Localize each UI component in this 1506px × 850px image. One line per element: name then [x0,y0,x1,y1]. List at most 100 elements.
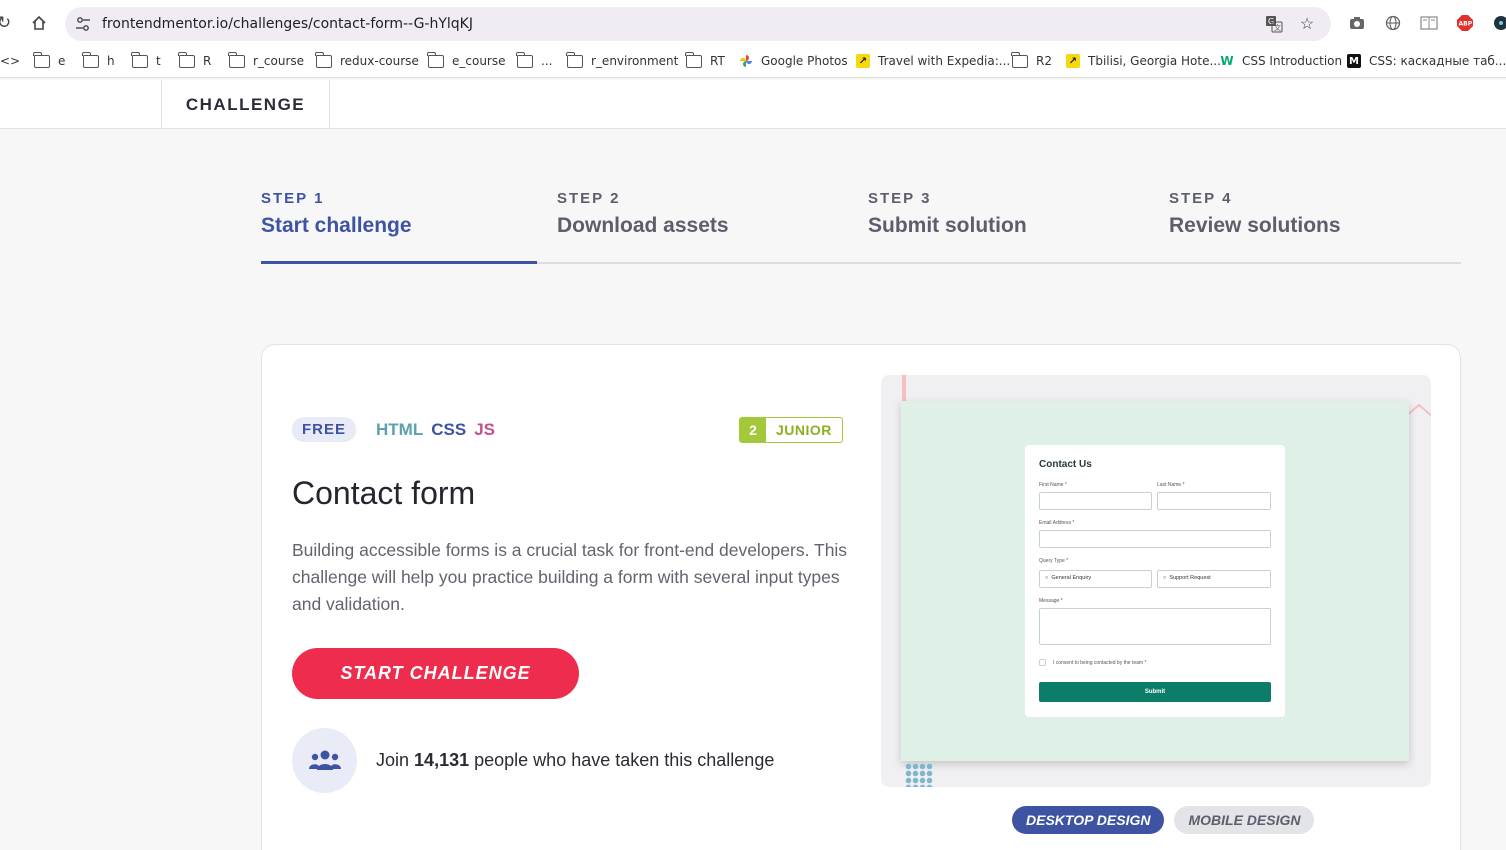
bookmark-css-cascading[interactable]: M CSS: каскадные таб... [1347,54,1506,68]
preview-label: Message * [1039,598,1063,604]
folder-icon [516,51,533,68]
preview-input [1039,530,1271,548]
design-tabs: DESKTOP DESIGN MOBILE DESIGN [1012,806,1315,834]
step-number: STEP 3 [868,190,932,207]
folder-icon [228,51,245,68]
folder-icon [427,51,444,68]
step-download-assets[interactable]: STEP 2 Download assets [557,190,729,238]
active-step-indicator [261,261,537,264]
preview-label: Query Type * [1039,558,1069,564]
adblock-icon[interactable]: ABP [1453,11,1477,35]
globe-icon[interactable] [1381,11,1405,35]
bookmark-tbilisi[interactable]: ↗ Tbilisi, Georgia Hote... [1066,54,1221,68]
people-icon [292,728,357,793]
bookmark-label: e [58,54,66,68]
folder-icon [566,51,583,68]
language-css: CSS [431,419,467,439]
bookmark-folder-e[interactable]: e [33,51,66,68]
bookmark-label: Google Photos [761,54,848,68]
step-title: Start challenge [261,214,412,237]
bookmark-label: e_course [452,54,506,68]
bookmark-folder-r[interactable]: R [178,51,211,68]
folder-icon [1011,51,1028,68]
preview-submit-button: Submit [1039,682,1271,702]
design-preview[interactable]: Contact Us First Name * Last Name * Emai… [881,375,1431,787]
step-title: Download assets [557,214,729,237]
step-number: STEP 4 [1169,190,1233,207]
mdn-icon: M [1347,54,1361,68]
preview-label: Email Address * [1039,520,1075,526]
site-settings-icon[interactable] [74,15,92,33]
bookmark-star-icon[interactable]: ☆ [1297,14,1317,34]
preview-consent: I consent to being contacted by the team… [1053,660,1147,666]
bookmark-label: CSS Introduction [1242,54,1343,68]
reload-icon[interactable]: ↻ [0,11,16,35]
folder-icon [82,51,99,68]
bookmark-folder-r2[interactable]: R2 [1011,51,1052,68]
preview-screenshot: Contact Us First Name * Last Name * Emai… [901,401,1409,761]
bookmarks-overflow-icon[interactable]: <> [0,54,20,68]
expedia-icon: ↗ [856,54,870,68]
bookmark-folder-rt[interactable]: RT [685,51,725,68]
folder-icon [685,51,702,68]
preview-input [1157,492,1271,510]
step-title: Review solutions [1169,214,1341,237]
participant-count: 14,131 [414,750,470,770]
desktop-design-tab[interactable]: DESKTOP DESIGN [1012,806,1165,834]
bookmark-label: R2 [1036,54,1052,68]
bookmark-expedia[interactable]: ↗ Travel with Expedia:... [856,54,1010,68]
difficulty-number: 2 [740,418,766,442]
extension-icon[interactable] [1489,11,1506,35]
bookmark-folder-t[interactable]: t [131,51,161,68]
difficulty-label: JUNIOR [776,422,832,438]
bookmark-label: RT [710,54,725,68]
bookmark-css-introduction[interactable]: W CSS Introduction [1220,54,1342,68]
steps-nav: STEP 1 Start challenge STEP 2 Download a… [261,190,1461,264]
mobile-design-tab[interactable]: MOBILE DESIGN [1174,806,1315,834]
join-prefix: Join [376,750,410,770]
bookmark-folder-e-course[interactable]: e_course [427,51,506,68]
step-number: STEP 2 [557,190,621,207]
bookmark-folder-redux-course[interactable]: redux-course [315,51,419,68]
bookmark-label: redux-course [340,54,419,68]
bookmark-label: r_environment [591,54,679,68]
bookmark-label: ... [541,54,553,68]
preview-radio-label: ○ Support Request [1163,575,1211,581]
google-photos-icon [740,55,752,67]
svg-text:ABP: ABP [1459,21,1473,28]
step-start-challenge[interactable]: STEP 1 Start challenge [261,190,412,238]
bookmark-folder-h[interactable]: h [82,51,115,68]
bookmark-folder-r-environment[interactable]: r_environment [566,51,679,68]
address-bar[interactable]: frontendmentor.io/challenges/contact-for… [65,7,1331,41]
camera-icon[interactable] [1345,11,1369,35]
join-suffix: people who have taken this challenge [474,750,775,770]
language-html: HTML [376,419,424,439]
folder-icon [33,51,50,68]
language-js: JS [474,419,495,439]
start-challenge-button[interactable]: START CHALLENGE [292,648,579,699]
bookmark-folder-more[interactable]: ... [516,51,553,68]
bookmark-folder-r-course[interactable]: r_course [228,51,305,68]
translate-icon[interactable]: G文 [1264,14,1284,34]
preview-form: Contact Us First Name * Last Name * Emai… [1025,445,1285,717]
bookmarks-bar: <> e h t R r_course redux-course e_cours… [0,46,1506,78]
challenge-description: Building accessible forms is a crucial t… [292,540,848,614]
bookmark-label: r_course [253,54,305,68]
preview-form-title: Contact Us [1039,459,1092,470]
step-submit-solution[interactable]: STEP 3 Submit solution [868,190,1027,238]
bookmark-label: CSS: каскадные таб... [1369,54,1506,68]
home-icon[interactable] [27,11,51,35]
reader-icon[interactable] [1417,11,1441,35]
challenge-tab[interactable]: CHALLENGE [161,80,330,129]
bookmark-label: h [107,54,115,68]
page-header: CHALLENGE [0,80,1506,129]
difficulty-badge: 2 JUNIOR [739,417,843,443]
bookmark-google-photos[interactable]: Google Photos [739,54,848,68]
preview-input [1039,492,1152,510]
bookmark-label: Tbilisi, Georgia Hote... [1088,54,1221,68]
preview-textarea [1039,608,1271,645]
url-text[interactable]: frontendmentor.io/challenges/contact-for… [102,16,473,32]
step-review-solutions[interactable]: STEP 4 Review solutions [1169,190,1341,238]
bookmark-label: Travel with Expedia:... [878,54,1011,68]
bookmark-label: t [156,54,161,68]
